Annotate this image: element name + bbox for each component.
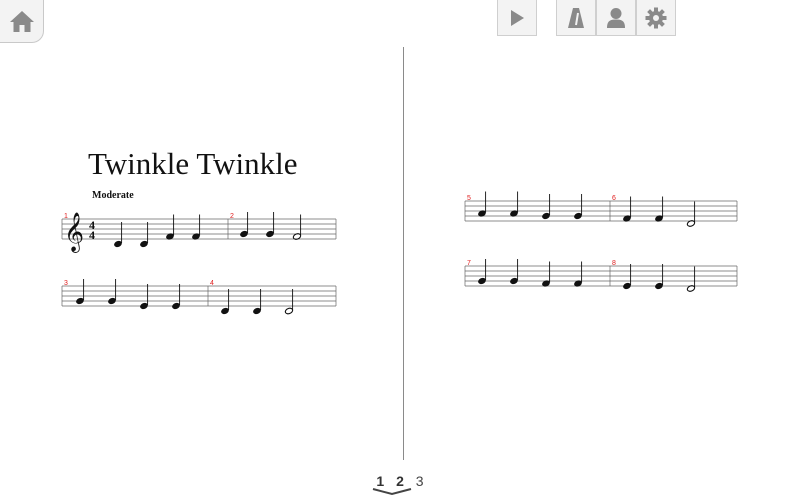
- note: [653, 196, 665, 224]
- measure-number: 6: [612, 195, 616, 202]
- note: [685, 265, 697, 293]
- note: [283, 288, 295, 316]
- note: [112, 221, 124, 249]
- note: [74, 278, 86, 306]
- measure-number: 3: [64, 280, 68, 287]
- note: [621, 196, 633, 224]
- chevron-down-icon: [372, 488, 412, 496]
- measure-number: 2: [230, 213, 234, 220]
- note: [476, 191, 488, 219]
- page-pager: 1 2 3: [0, 473, 800, 489]
- note: [138, 283, 150, 311]
- note: [170, 283, 182, 311]
- note: [572, 261, 584, 289]
- staff-2: [61, 285, 337, 307]
- measure-number: 1: [64, 213, 68, 220]
- note: [572, 193, 584, 221]
- page-3-link[interactable]: 3: [416, 473, 424, 489]
- measure-number: 8: [612, 260, 616, 267]
- measure-number: 5: [467, 195, 471, 202]
- note: [238, 211, 250, 239]
- note: [508, 191, 520, 219]
- note: [264, 211, 276, 239]
- note: [106, 278, 118, 306]
- note: [190, 214, 202, 242]
- note: [476, 258, 488, 286]
- note: [138, 221, 150, 249]
- note: [685, 200, 697, 228]
- note: [621, 263, 633, 291]
- note: [653, 263, 665, 291]
- measure-number: 7: [467, 260, 471, 267]
- staff-4: [464, 265, 738, 287]
- staff-3: [464, 200, 738, 222]
- page-1-link[interactable]: 1: [376, 473, 384, 489]
- note: [291, 213, 303, 241]
- note: [508, 258, 520, 286]
- page-2-link[interactable]: 2: [396, 473, 404, 489]
- note: [219, 288, 231, 316]
- note: [540, 261, 552, 289]
- note: [164, 214, 176, 242]
- measure-number: 4: [210, 280, 214, 287]
- time-signature-bottom: 4: [89, 228, 95, 242]
- note: [540, 193, 552, 221]
- note: [251, 288, 263, 316]
- score-staves: 𝄞 4 4 1 2 3 4 5 6 7 8: [61, 191, 738, 316]
